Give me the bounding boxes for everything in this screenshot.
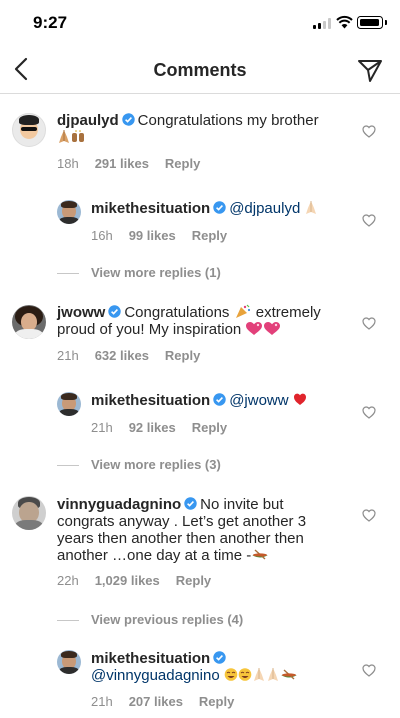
party-popper-emoji-icon	[235, 304, 250, 318]
mention-link[interactable]: @jwoww	[229, 392, 288, 409]
comment-likes[interactable]: 1,029 likes	[95, 573, 160, 588]
praying-hands-emoji-icon	[267, 668, 278, 681]
reply-likes[interactable]: 207 likes	[129, 694, 183, 709]
reply-meta: 16h 99 likes Reply	[91, 228, 228, 243]
reply-button[interactable]: Reply	[192, 228, 227, 243]
praying-hands-emoji-icon	[253, 668, 264, 681]
comment-text: djpaulyd Congratulations my brother	[57, 112, 347, 146]
reply-button[interactable]: Reply	[199, 694, 234, 709]
avatar-djpaulyd[interactable]	[12, 113, 46, 147]
like-heart-icon[interactable]	[362, 317, 376, 330]
verified-badge-icon	[108, 305, 122, 318]
comment-time: 18h	[57, 156, 79, 171]
reply-username[interactable]: mikethesituation	[91, 200, 210, 217]
reply-button[interactable]: Reply	[192, 420, 227, 435]
verified-badge-icon	[184, 497, 197, 510]
avatar-vinnyguadagnino[interactable]	[12, 496, 46, 530]
cellular-signal-icon	[313, 18, 331, 29]
reply-text: mikethesituation @vinnyguadagnino	[91, 650, 361, 684]
reply-button[interactable]: Reply	[165, 156, 200, 171]
sparkling-heart-emoji-icon	[246, 322, 263, 335]
page-title: Comments	[153, 60, 247, 80]
red-heart-emoji-icon	[293, 393, 306, 405]
verified-badge-icon	[213, 651, 226, 664]
like-heart-icon[interactable]	[362, 125, 376, 138]
verified-badge-icon	[213, 393, 226, 406]
mention-link[interactable]: @djpaulyd	[229, 200, 300, 217]
comment-username[interactable]: vinnyguadagnino	[57, 496, 181, 513]
reply-username[interactable]: mikethesituation	[91, 392, 210, 409]
avatar-mikethesituation[interactable]	[57, 392, 81, 416]
reply-likes[interactable]: 92 likes	[129, 420, 176, 435]
comment-likes[interactable]: 291 likes	[95, 156, 149, 171]
praying-hands-emoji-icon	[306, 201, 317, 214]
direct-send-icon[interactable]	[356, 56, 384, 84]
comment-username[interactable]: jwoww	[57, 304, 105, 321]
avatar-jwoww[interactable]	[12, 305, 46, 339]
reply-username[interactable]: mikethesituation	[91, 650, 210, 667]
canoe-emoji-icon	[280, 669, 297, 680]
battery-icon	[357, 16, 387, 29]
reply-meta: 21h 207 likes Reply	[91, 694, 235, 709]
navigation-bar: Comments	[0, 46, 400, 94]
tears-of-joy-emoji-icon	[238, 668, 252, 681]
comment-text: vinnyguadagnino No invite but congrats an…	[57, 496, 307, 564]
comment-meta: 22h 1,029 likes Reply	[57, 573, 212, 588]
comment-meta: 18h 291 likes Reply	[57, 156, 200, 171]
divider-line	[57, 273, 79, 274]
sparkling-heart-emoji-icon	[264, 322, 281, 335]
status-bar: 9:27	[0, 0, 400, 46]
reply-button[interactable]: Reply	[165, 348, 200, 363]
canoe-emoji-icon	[252, 549, 269, 560]
avatar-mikethesituation[interactable]	[57, 650, 81, 674]
tears-of-joy-emoji-icon	[224, 668, 238, 681]
like-heart-icon[interactable]	[362, 214, 376, 227]
raised-hands-emoji-icon	[72, 130, 84, 142]
reply-text: mikethesituation @djpaulyd	[91, 200, 361, 217]
like-heart-icon[interactable]	[362, 406, 376, 419]
reply-button[interactable]: Reply	[176, 573, 211, 588]
mention-link[interactable]: @vinnyguadagnino	[91, 667, 220, 684]
comment-text: jwoww Congratulations extremely proud of …	[57, 304, 321, 338]
comment-username[interactable]: djpaulyd	[57, 112, 119, 129]
comment-likes[interactable]: 632 likes	[95, 348, 149, 363]
reply-likes[interactable]: 99 likes	[129, 228, 176, 243]
like-heart-icon[interactable]	[362, 664, 376, 677]
verified-badge-icon	[121, 113, 135, 126]
comment-meta: 21h 632 likes Reply	[57, 348, 201, 363]
reply-text: mikethesituation @jwoww	[91, 392, 361, 409]
avatar-mikethesituation[interactable]	[57, 200, 81, 224]
divider-line	[57, 620, 79, 621]
praying-hands-emoji-icon	[59, 130, 69, 143]
divider-line	[57, 465, 79, 466]
status-time: 9:27	[33, 13, 68, 32]
reply-meta: 21h 92 likes Reply	[91, 420, 228, 435]
wifi-icon	[336, 15, 353, 29]
verified-badge-icon	[213, 201, 226, 214]
like-heart-icon[interactable]	[362, 509, 376, 522]
